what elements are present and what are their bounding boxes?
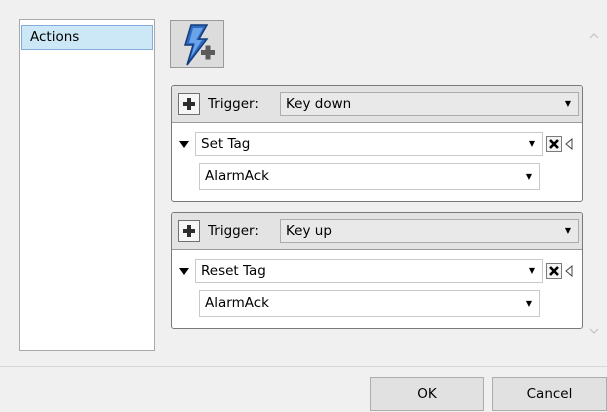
add-trigger-action-button[interactable] (178, 220, 200, 242)
dropdown-arrow-icon: ▼ (564, 99, 571, 108)
dropdown-arrow-icon: ▼ (528, 266, 535, 275)
trigger-block: Trigger: Key down ▼ Set Tag ▼ AlarmAck ▼ (171, 85, 583, 202)
trigger-select[interactable]: Key down ▼ (280, 92, 579, 116)
collapse-arrow-icon[interactable] (565, 138, 573, 150)
action-select[interactable]: Set Tag ▼ (195, 132, 543, 156)
parameter-select[interactable]: AlarmAck ▼ (199, 290, 540, 317)
parameter-select-value: AlarmAck (205, 295, 269, 311)
dropdown-arrow-icon: ▼ (525, 172, 532, 181)
parameter-select[interactable]: AlarmAck ▼ (199, 163, 540, 190)
lightning-plus-icon (183, 24, 215, 66)
trigger-select-value: Key up (286, 223, 332, 239)
dropdown-arrow-icon: ▼ (564, 226, 571, 235)
close-icon (549, 266, 559, 276)
trigger-block: Trigger: Key up ▼ Reset Tag ▼ AlarmAck ▼ (171, 212, 583, 329)
trigger-select-value: Key down (286, 96, 352, 112)
close-icon (549, 139, 559, 149)
collapse-arrow-icon[interactable] (565, 265, 573, 277)
remove-action-button[interactable] (546, 263, 562, 279)
expand-arrow-icon[interactable] (177, 267, 191, 277)
action-select-value: Reset Tag (201, 263, 266, 279)
list-item-label: Actions (30, 29, 80, 45)
bottom-divider (0, 366, 607, 367)
dropdown-arrow-icon: ▼ (528, 139, 535, 148)
scroll-down-arrow[interactable] (587, 325, 601, 337)
dropdown-arrow-icon: ▼ (525, 299, 532, 308)
trigger-label: Trigger: (208, 223, 259, 239)
parameter-select-value: AlarmAck (205, 168, 269, 184)
expand-arrow-icon[interactable] (177, 140, 191, 150)
ok-button[interactable]: OK (370, 377, 484, 411)
trigger-label: Trigger: (208, 96, 259, 112)
action-select-value: Set Tag (201, 136, 251, 152)
cancel-button[interactable]: Cancel (492, 377, 607, 411)
actions-list[interactable]: Actions (19, 19, 155, 351)
scroll-up-arrow[interactable] (587, 30, 601, 42)
add-action-button[interactable] (170, 20, 224, 68)
action-select[interactable]: Reset Tag ▼ (195, 259, 543, 283)
trigger-header: Trigger: Key down ▼ (172, 86, 582, 123)
trigger-select[interactable]: Key up ▼ (280, 219, 579, 243)
list-item-actions[interactable]: Actions (21, 25, 153, 50)
trigger-header: Trigger: Key up ▼ (172, 213, 582, 250)
remove-action-button[interactable] (546, 136, 562, 152)
add-trigger-action-button[interactable] (178, 93, 200, 115)
